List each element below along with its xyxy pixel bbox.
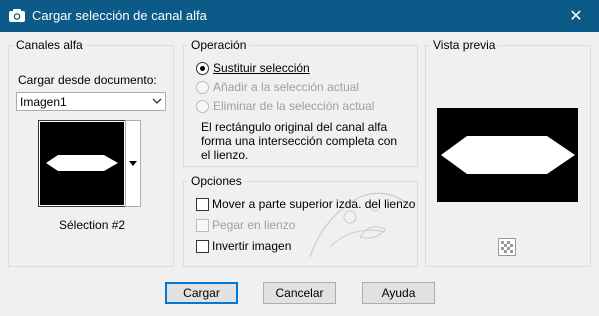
paste-to-canvas-label: Pegar en lienzo [212, 218, 296, 232]
remove-from-selection-radio [196, 100, 209, 113]
load-button[interactable]: Cargar [165, 282, 238, 304]
alpha-channel-thumbnail-image [40, 122, 124, 205]
load-from-document-label: Cargar desde documento: [18, 73, 157, 87]
move-to-top-left-checkbox[interactable] [196, 198, 209, 211]
title-bar: Cargar selección de canal alfa ✕ [0, 0, 599, 32]
preview-group-label: Vista previa [430, 38, 499, 52]
alpha-channels-group-label: Canales alfa [13, 38, 86, 52]
add-to-selection-label: Añadir a la selección actual [213, 80, 360, 94]
document-select[interactable]: Imagen1 [16, 92, 166, 111]
remove-from-selection-label: Eliminar de la selección actual [213, 99, 375, 113]
camera-icon [9, 9, 25, 22]
load-button-label: Cargar [183, 286, 220, 300]
preview-image [437, 108, 578, 202]
invert-image-label[interactable]: Invertir imagen [212, 239, 291, 253]
operation-group-label: Operación [188, 38, 250, 52]
thumbnail-caption: Sélection #2 [59, 218, 126, 232]
cancel-button[interactable]: Cancelar [263, 282, 336, 304]
close-icon: ✕ [569, 8, 583, 25]
invert-image-checkbox[interactable] [196, 240, 209, 253]
cancel-button-label: Cancelar [275, 286, 324, 300]
operation-description-line-1: El rectángulo original del canal alfa [201, 120, 388, 134]
move-to-top-left-label[interactable]: Mover a parte superior izda. del lienzo [212, 197, 415, 211]
add-to-selection-radio [196, 81, 209, 94]
close-button[interactable]: ✕ [553, 0, 599, 32]
paste-to-canvas-checkbox [196, 219, 209, 232]
operation-description-line-3: el lienzo. [201, 148, 249, 162]
chevron-down-icon [152, 98, 162, 104]
operation-description-line-2: forma una intersección completa con [201, 134, 398, 148]
replace-selection-radio[interactable] [196, 62, 209, 75]
options-group-label: Opciones [188, 174, 245, 188]
help-button-label: Ayuda [381, 286, 416, 300]
window-title: Cargar selección de canal alfa [32, 8, 207, 23]
triangle-down-icon [129, 161, 137, 166]
alpha-channel-thumbnail[interactable] [38, 120, 126, 207]
dialog-body: Canales alfa Cargar desde documento: Ima… [0, 32, 599, 316]
replace-selection-label[interactable]: Sustituir selección [213, 61, 310, 75]
help-button[interactable]: Ayuda [362, 282, 435, 304]
radio-selected-dot [200, 66, 205, 71]
thumbnail-dropdown-button[interactable] [125, 120, 141, 207]
transparency-checker-icon[interactable] [498, 238, 516, 256]
document-select-value: Imagen1 [20, 95, 67, 109]
